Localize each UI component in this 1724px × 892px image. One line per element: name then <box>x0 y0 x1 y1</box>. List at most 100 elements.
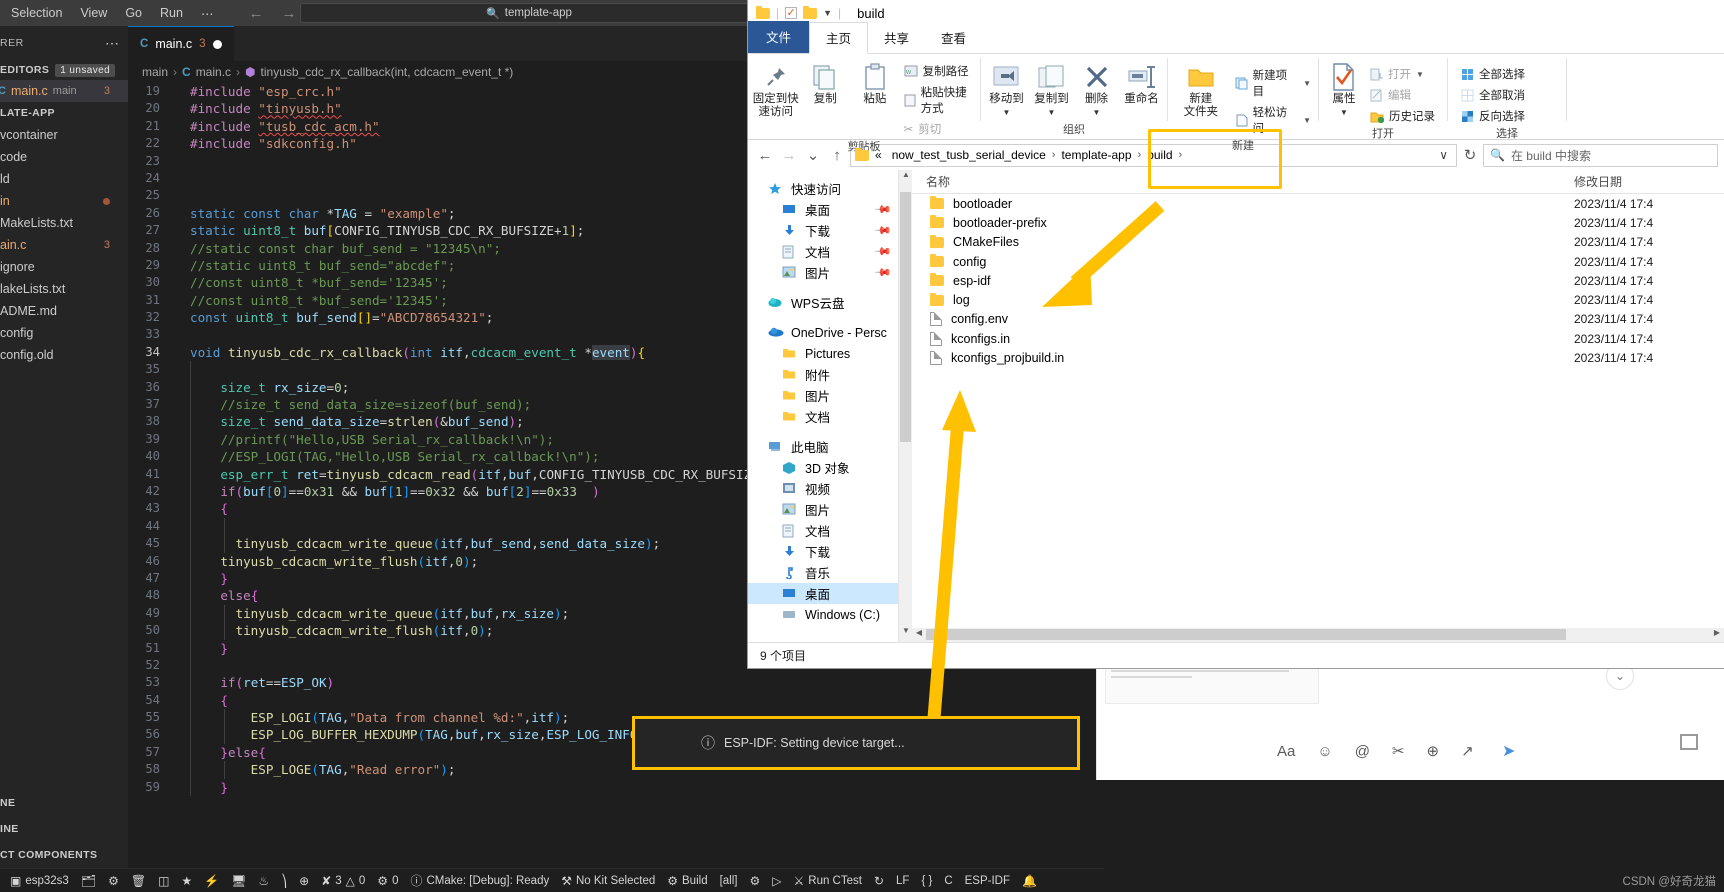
tree-item-0[interactable]: vcontainer <box>0 124 128 146</box>
scroll-right-arrow-icon[interactable]: ▶ <box>1710 628 1724 642</box>
chevron-down-icon[interactable]: ▼ <box>1303 79 1311 88</box>
emoji-icon[interactable]: ☺ <box>1317 743 1332 760</box>
nav-item-pictures-cn[interactable]: 图片 <box>748 385 898 406</box>
file-row[interactable]: config.env 2023/11/4 17:4 <box>912 310 1724 329</box>
menu-item-view[interactable]: View <box>71 3 116 23</box>
history-button[interactable]: 历史记录 <box>1367 107 1438 125</box>
tree-item-4[interactable]: MakeLists.txt <box>0 212 128 234</box>
status-item-device[interactable]: ◫ <box>152 874 175 888</box>
file-row[interactable]: bootloader-prefix 2023/11/4 17:4 <box>912 213 1724 232</box>
nav-item-quick-access[interactable]: 快速访问 <box>748 178 898 199</box>
chevron-down-icon[interactable]: ▼ <box>1003 106 1011 119</box>
file-row[interactable]: esp-idf 2023/11/4 17:4 <box>912 271 1724 290</box>
status-item-flame[interactable]: ♨ <box>252 874 275 888</box>
chevron-right-icon[interactable]: › <box>1052 149 1056 161</box>
chevron-right-icon[interactable]: › <box>1138 149 1142 161</box>
file-row[interactable]: kconfigs.in 2023/11/4 17:4 <box>912 329 1724 348</box>
move-to-button[interactable]: 移动到 ▼ <box>985 58 1028 119</box>
file-row[interactable]: config 2023/11/4 17:4 <box>912 252 1724 271</box>
chevron-down-icon[interactable]: ▼ <box>1093 106 1101 119</box>
new-item-button[interactable]: 新建项目 ▼ <box>1232 66 1314 100</box>
forward-arrow-icon[interactable]: → <box>281 5 296 22</box>
menu-item-selection[interactable]: Selection <box>2 3 71 23</box>
status-item-ports[interactable]: ⚙ 0 <box>371 874 404 888</box>
file-row[interactable]: kconfigs_projbuild.in 2023/11/4 17:4 <box>912 348 1724 367</box>
file-list-hscrollbar[interactable]: ◀ ▶ <box>912 628 1724 642</box>
scroll-down-arrow-icon[interactable]: ▼ <box>899 626 913 642</box>
tab-share[interactable]: 共享 <box>868 23 925 53</box>
easy-access-button[interactable]: 轻松访问 ▼ <box>1232 103 1314 137</box>
nav-item-pictures-pc[interactable]: 图片 <box>748 499 898 520</box>
status-item-monitor[interactable]: 🖥 <box>225 874 252 888</box>
tree-item-6[interactable]: ignore <box>0 256 128 278</box>
file-row[interactable]: CMakeFiles 2023/11/4 17:4 <box>912 233 1724 252</box>
status-item-ctest[interactable]: ⚔ Run CTest <box>788 874 868 888</box>
tree-item-8[interactable]: ADME.md <box>0 300 128 322</box>
status-item-refresh[interactable]: ↻ <box>868 874 890 888</box>
scrollbar-thumb[interactable] <box>926 629 1566 640</box>
scroll-left-arrow-icon[interactable]: ◀ <box>912 628 926 642</box>
status-item-flash[interactable]: ⚡ <box>198 874 225 888</box>
project-root-row[interactable]: LATE-APP <box>0 102 128 124</box>
open-editor-main-c[interactable]: C main.c main 3 <box>0 80 128 102</box>
status-item-terminal[interactable]: ⎞ <box>275 874 293 888</box>
status-item-build[interactable]: ⚙ Build <box>661 874 713 888</box>
tree-item-10[interactable]: config.old <box>0 344 128 366</box>
scroll-up-arrow-icon[interactable]: ▲ <box>899 170 913 186</box>
open-button[interactable]: 打开 ▼ <box>1367 65 1438 83</box>
status-item-espidf[interactable]: ESP-IDF <box>959 875 1016 887</box>
status-item-menuconfig[interactable]: ⚙ <box>102 874 125 888</box>
tree-item-9[interactable]: config <box>0 322 128 344</box>
status-item-login[interactable]: ⊕ <box>293 874 315 888</box>
file-list[interactable]: 名称 修改日期 bootloader 2023/11/4 17:4 bootloa… <box>912 170 1724 642</box>
scrollbar-thumb[interactable] <box>900 192 911 442</box>
delete-button[interactable]: 删除 ▼ <box>1075 58 1118 119</box>
chevron-down-icon[interactable]: ▼ <box>1416 70 1424 79</box>
sidebar-section-outline[interactable]: NE <box>0 790 128 816</box>
status-item-star[interactable]: ★ <box>175 874 198 888</box>
nav-item-downloads[interactable]: 下载 📌 <box>748 220 898 241</box>
status-item-debug[interactable]: ⚙ <box>744 874 767 888</box>
open-editors-section[interactable]: EDITORS 1 unsaved <box>0 60 128 80</box>
attach-icon[interactable]: ⊕ <box>1427 742 1440 760</box>
pin-to-quick-access-button[interactable]: 固定到快 速访问 <box>752 58 800 119</box>
pin-icon[interactable]: 📌 <box>874 221 893 240</box>
status-item-kit[interactable]: ⚒ No Kit Selected <box>555 874 661 888</box>
nav-item-desktop[interactable]: 桌面 📌 <box>748 199 898 220</box>
notification-toast[interactable]: ⓘ ESP-IDF: Setting device target... <box>632 716 1080 770</box>
nav-item-pictures[interactable]: 图片 📌 <box>748 262 898 283</box>
nav-item-wps-cloud[interactable]: WPS云盘 <box>748 292 898 313</box>
menu-item-run[interactable]: Run <box>151 3 192 23</box>
copy-to-button[interactable]: 复制到 ▼ <box>1030 58 1073 119</box>
nav-item-windows-c[interactable]: Windows (C:) <box>748 604 898 625</box>
file-row[interactable]: log 2023/11/4 17:4 <box>912 290 1724 309</box>
sidebar-section-timeline[interactable]: INE <box>0 816 128 842</box>
status-item-language[interactable]: C <box>938 875 958 887</box>
paste-shortcut-button[interactable]: 粘贴快捷方式 <box>901 83 976 117</box>
chevron-down-icon[interactable]: ▼ <box>1303 116 1311 125</box>
column-header-name[interactable]: 名称 <box>912 173 1574 190</box>
select-none-button[interactable]: 全部取消 <box>1458 86 1528 104</box>
edit-button[interactable]: 编辑 <box>1367 86 1438 104</box>
status-item-folder[interactable]: 🗂 <box>75 874 102 888</box>
send-icon[interactable]: ➤ <box>1496 738 1522 764</box>
tree-item-2[interactable]: ld <box>0 168 128 190</box>
menu-item-go[interactable]: Go <box>116 3 151 23</box>
nav-item-desktop-pc[interactable]: 桌面 <box>748 583 898 604</box>
new-folder-button[interactable]: 新建 文件夹 <box>1172 58 1230 119</box>
nav-item-this-pc[interactable]: 此电脑 <box>748 436 898 457</box>
properties-button[interactable]: 属性 ▼ <box>1323 58 1365 119</box>
search-box[interactable]: 🔍 在 build 中搜索 <box>1483 143 1718 167</box>
status-item-cmake[interactable]: ⓘ CMake: [Debug]: Ready <box>404 872 555 889</box>
nav-item-music[interactable]: 音乐 <box>748 562 898 583</box>
rename-button[interactable]: 重命名 <box>1120 58 1163 106</box>
mention-icon[interactable]: @ <box>1355 743 1370 760</box>
breadcrumb-symbol[interactable]: tinyusb_cdc_rx_callback(int, cdcacm_even… <box>261 65 514 79</box>
tab-main-c[interactable]: C main.c 3 <box>128 26 234 61</box>
nav-item-attachments[interactable]: 附件 <box>748 364 898 385</box>
status-item-bell[interactable]: 🔔 <box>1016 874 1043 888</box>
nav-item-downloads-pc[interactable]: 下载 <box>748 541 898 562</box>
menu-item-more[interactable]: ⋯ <box>192 3 223 24</box>
scissors-icon[interactable]: ✂ <box>1392 742 1405 760</box>
paste-button[interactable]: 粘贴 <box>851 58 899 106</box>
